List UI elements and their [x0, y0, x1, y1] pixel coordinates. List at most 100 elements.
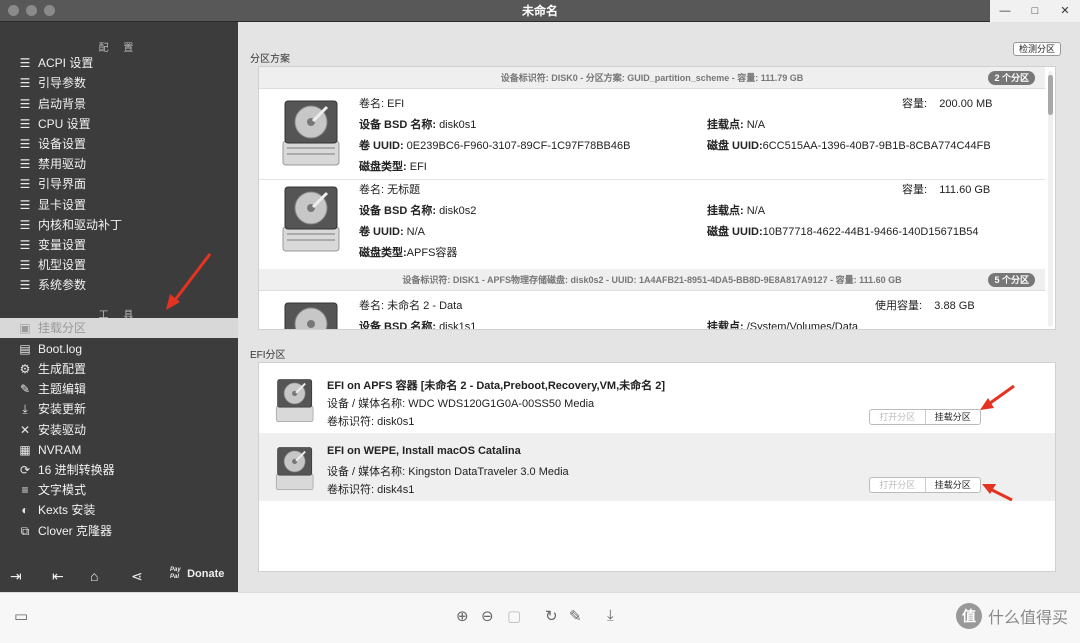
donate-button[interactable]: Pay Pal Donate [170, 567, 224, 581]
list-icon: ☰ [19, 97, 31, 111]
volume-uuid: 卷 UUID: 0E239BC6-F960-3107-89CF-1C97F78B… [359, 140, 631, 152]
minimize-button[interactable]: — [990, 0, 1020, 22]
volume-mount-point: 挂载点: N/A [707, 205, 766, 217]
list-icon: ☰ [19, 56, 31, 70]
zoom-out-icon[interactable]: ⊖ [481, 607, 494, 625]
sidebar-item-kernel-patches[interactable]: ☰ 内核和驱动补丁 [0, 215, 238, 235]
volume-capacity: 容量: 111.60 GB [902, 184, 991, 196]
import-icon[interactable]: ⇥ [10, 568, 22, 585]
scrollbar-thumb[interactable] [1048, 75, 1053, 115]
wrench-icon: ✕ [19, 423, 31, 437]
disk0-partition-count-badge: 2 个分区 [988, 71, 1035, 85]
sidebar-item-text-mode[interactable]: ≡ 文字模式 [0, 480, 238, 500]
sidebar-item-theme-editor[interactable]: ✎ 主题编辑 [0, 379, 238, 399]
sidebar-item-install-update[interactable]: ⤓ 安装更新 [0, 399, 238, 419]
efi-row-apfs[interactable]: EFI on APFS 容器 [未命名 2 - Data,Preboot,Rec… [259, 365, 1055, 433]
sidebar-item-boot-graphics[interactable]: ☰ 启动背景 [0, 94, 238, 114]
close-button[interactable]: ✕ [1050, 0, 1080, 22]
annotation-arrow-mount-2 [982, 484, 1013, 502]
sidebar-item-mount-efi[interactable]: ▣ 挂载分区 [0, 318, 238, 338]
sidebar-item-cpu[interactable]: ☰ CPU 设置 [0, 114, 238, 134]
open-partition-button[interactable]: 打开分区 [870, 478, 926, 492]
volume-bsd-name: 设备 BSD 名称: disk0s1 [359, 119, 477, 131]
efi-row-wepe[interactable]: EFI on WEPE, Install macOS Catalina 设备 /… [259, 433, 1055, 501]
list-icon: ☰ [19, 218, 31, 232]
export-icon[interactable]: ⇤ [52, 568, 64, 585]
watermark: 值 什么值得买 [955, 603, 1068, 629]
zoom-in-icon[interactable]: ⊕ [456, 607, 469, 625]
volume-row-untitled[interactable]: 卷名: 无标题 容量: 111.60 GB 设备 BSD 名称: disk0s2… [259, 175, 1045, 261]
disk0-header: 设备标识符: DISK0 - 分区方案: GUID_partition_sche… [259, 67, 1045, 89]
efi-volume-id: 卷标识符: disk0s1 [327, 416, 415, 428]
main-panel: 分区方案 检测分区 设备标识符: DISK0 - 分区方案: GUID_part… [238, 22, 1080, 592]
mount-partition-button[interactable]: 挂载分区 [926, 410, 981, 424]
list-icon: ☰ [19, 258, 31, 272]
sidebar-item-acpi[interactable]: ☰ ACPI 设置 [0, 53, 238, 73]
gear-icon: ⚙ [19, 362, 31, 376]
sidebar-item-graphics[interactable]: ☰ 显卡设置 [0, 195, 238, 215]
annotation-arrow-sidebar [166, 253, 212, 310]
partition-scheme-list: 设备标识符: DISK0 - 分区方案: GUID_partition_sche… [258, 66, 1056, 330]
sidebar-toggle-icon[interactable]: ▭ [14, 607, 28, 625]
volume-uuid: 卷 UUID: N/A [359, 226, 426, 238]
scheme-scrollbar[interactable] [1048, 71, 1053, 327]
sidebar-item-nvram[interactable]: ▦ NVRAM [0, 440, 238, 460]
sidebar-item-generate-config[interactable]: ⚙ 生成配置 [0, 359, 238, 379]
brush-icon: ✎ [19, 382, 31, 396]
actual-size-icon[interactable]: ▢ [507, 607, 521, 625]
save-icon[interactable]: ⤓ [607, 607, 614, 624]
volume-name: 卷名: 无标题 [359, 184, 421, 196]
disk-type: 磁盘类型: EFI [359, 161, 427, 173]
traffic-lights [8, 5, 55, 16]
volume-row-data[interactable]: 卷名: 未命名 2 - Data 使用容量: 3.88 GB 设备 BSD 名称… [259, 291, 1045, 330]
volume-row-efi[interactable]: 卷名: EFI 容量: 200.00 MB 设备 BSD 名称: disk0s1… [259, 89, 1045, 175]
share-icon[interactable]: ⋖ [131, 568, 143, 585]
window-title: 未命名 [521, 4, 558, 18]
sidebar-item-devices[interactable]: ☰ 设备设置 [0, 134, 238, 154]
zoom-light[interactable] [44, 5, 55, 16]
rotate-icon[interactable]: ↻ [545, 607, 558, 625]
sidebar-item-gui[interactable]: ☰ 引导界面 [0, 174, 238, 194]
hard-disk-icon [275, 447, 314, 491]
list-icon: ☰ [19, 177, 31, 191]
clone-icon: ⧉ [20, 524, 30, 538]
open-partition-button[interactable]: 打开分区 [870, 410, 926, 424]
watermark-text: 什么值得买 [987, 610, 1068, 627]
sidebar-item-clover-cloner[interactable]: ⧉ Clover 克隆器 [0, 521, 238, 541]
list-icon: ☰ [19, 278, 31, 292]
minimize-light[interactable] [26, 5, 37, 16]
sidebar-item-kexts-install[interactable]: ◐ Kexts 安装 [0, 500, 238, 520]
donate-label: Donate [187, 567, 225, 580]
efi-actions: 打开分区 挂载分区 [869, 477, 981, 493]
disk-uuid: 磁盘 UUID:6CC515AA-1396-40B7-9B1B-8CBA774C… [707, 140, 991, 152]
disk1-partition-count-badge: 5 个分区 [988, 273, 1035, 287]
sidebar-config-header: 配 置 [98, 43, 140, 54]
efi-title: EFI on WEPE, Install macOS Catalina [327, 445, 521, 457]
edit-icon[interactable]: ✎ [569, 607, 582, 625]
efi-volume-id: 卷标识符: disk4s1 [327, 484, 415, 496]
sidebar-item-hex-converter[interactable]: ⟳ 16 进制转换器 [0, 460, 238, 480]
maximize-button[interactable]: □ [1020, 0, 1050, 22]
text-icon: ≡ [21, 483, 29, 497]
volume-mount-point: 挂载点: N/A [707, 119, 766, 131]
detect-partitions-button[interactable]: 检测分区 [1013, 42, 1061, 56]
efi-media-name: 设备 / 媒体名称: Kingston DataTraveler 3.0 Med… [327, 466, 569, 478]
volume-bsd-name: 设备 BSD 名称: disk0s2 [359, 205, 477, 217]
efi-title: EFI on APFS 容器 [未命名 2 - Data,Preboot,Rec… [327, 380, 665, 392]
volume-bsd-name: 设备 BSD 名称: disk1s1 [359, 321, 477, 330]
sidebar-item-install-drivers[interactable]: ✕ 安装驱动 [0, 420, 238, 440]
efi-actions: 打开分区 挂载分区 [869, 409, 981, 425]
list-icon: ☰ [19, 76, 31, 90]
disk-icon: ▣ [19, 321, 31, 335]
mount-partition-button[interactable]: 挂载分区 [926, 478, 981, 492]
window-controls: — □ ✕ [990, 0, 1080, 22]
paypal-icon: Pay Pal [170, 567, 181, 580]
close-light[interactable] [8, 5, 19, 16]
home-icon[interactable]: ⌂ [90, 568, 98, 584]
sidebar-item-boot-log[interactable]: ▤ Boot.log [0, 339, 238, 359]
sidebar-bottom-toolbar: ⇥ ⇤ ⌂ ⋖ Pay Pal Donate [0, 562, 238, 592]
volume-mount-point: 挂载点: /System/Volumes/Data [707, 321, 859, 330]
sidebar-item-disable-drivers[interactable]: ☰ 禁用驱动 [0, 154, 238, 174]
disk0-header-text: 设备标识符: DISK0 - 分区方案: GUID_partition_sche… [500, 73, 804, 83]
sidebar-item-boot-args[interactable]: ☰ 引导参数 [0, 73, 238, 93]
